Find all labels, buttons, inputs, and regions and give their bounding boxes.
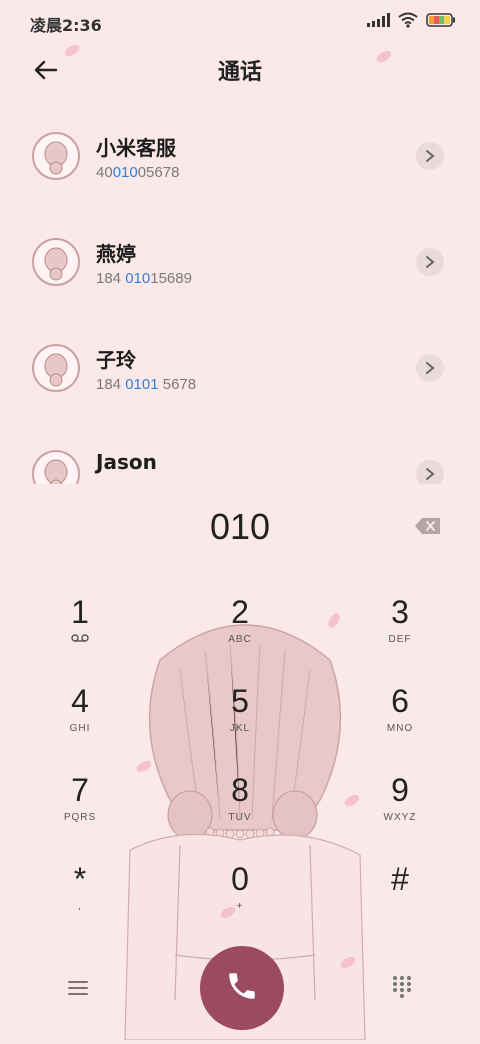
list-item[interactable]: 燕婷 184 01015689 — [0, 210, 480, 316]
key-2[interactable]: 2 ABC — [180, 592, 300, 672]
call-button[interactable] — [200, 946, 284, 1030]
battery-icon — [426, 13, 456, 27]
list-item[interactable]: 小米客服 4001005678 — [0, 104, 480, 210]
dial-display: 010 — [0, 500, 480, 556]
key-5[interactable]: 5 JKL — [180, 681, 300, 761]
dialpad-icon[interactable] — [390, 974, 414, 998]
contact-number: 184 01015689 — [96, 270, 192, 287]
key-0[interactable]: 0 + — [180, 859, 300, 939]
avatar — [32, 344, 80, 392]
contact-name: 小米客服 — [96, 136, 176, 160]
backspace-icon[interactable] — [414, 516, 442, 536]
contact-name: 子玲 — [96, 348, 136, 372]
phone-icon — [225, 969, 259, 1007]
key-9[interactable]: 9 WXYZ — [340, 770, 460, 850]
signal-icon — [367, 13, 390, 27]
key-1[interactable]: 1 — [20, 592, 140, 672]
page-title: 通话 — [217, 60, 262, 85]
contact-list: 小米客服 4001005678 燕婷 184 01015689 子玲 184 0… — [0, 104, 480, 484]
dialed-number: 010 — [209, 506, 271, 547]
key-4[interactable]: 4 GHI — [20, 681, 140, 761]
avatar — [32, 238, 80, 286]
contact-number: 4001005678 — [96, 164, 180, 181]
list-item[interactable]: 子玲 184 0101 5678 — [0, 316, 480, 422]
status-bar: 凌晨2:36 — [0, 0, 480, 44]
key-8[interactable]: 8 TUV — [180, 770, 300, 850]
key-6[interactable]: 6 MNO — [340, 681, 460, 761]
avatar — [32, 132, 80, 180]
key-3[interactable]: 3 DEF — [340, 592, 460, 672]
contact-name: Jason — [96, 450, 157, 474]
voicemail-icon — [20, 634, 140, 645]
bottom-actions — [0, 944, 480, 1040]
chevron-right-icon[interactable] — [416, 142, 444, 170]
key-hash[interactable]: # — [340, 859, 460, 939]
avatar — [32, 450, 80, 484]
status-time: 凌晨2:36 — [30, 16, 102, 35]
chevron-right-icon[interactable] — [416, 354, 444, 382]
contact-name: 燕婷 — [96, 242, 136, 266]
key-star[interactable]: * , — [20, 859, 140, 939]
menu-icon[interactable] — [64, 976, 92, 1000]
contact-number: 184 0101 5678 — [96, 376, 197, 393]
wifi-icon — [398, 12, 418, 28]
chevron-right-icon[interactable] — [416, 460, 444, 484]
key-7[interactable]: 7 PQRS — [20, 770, 140, 850]
dial-keypad: 1 2 ABC 3 DEF 4 GHI 5 JKL 6 MNO 7 PQRS 8… — [0, 592, 480, 952]
chevron-right-icon[interactable] — [416, 248, 444, 276]
list-item[interactable]: Jason — [0, 422, 480, 484]
status-icons — [367, 12, 456, 28]
